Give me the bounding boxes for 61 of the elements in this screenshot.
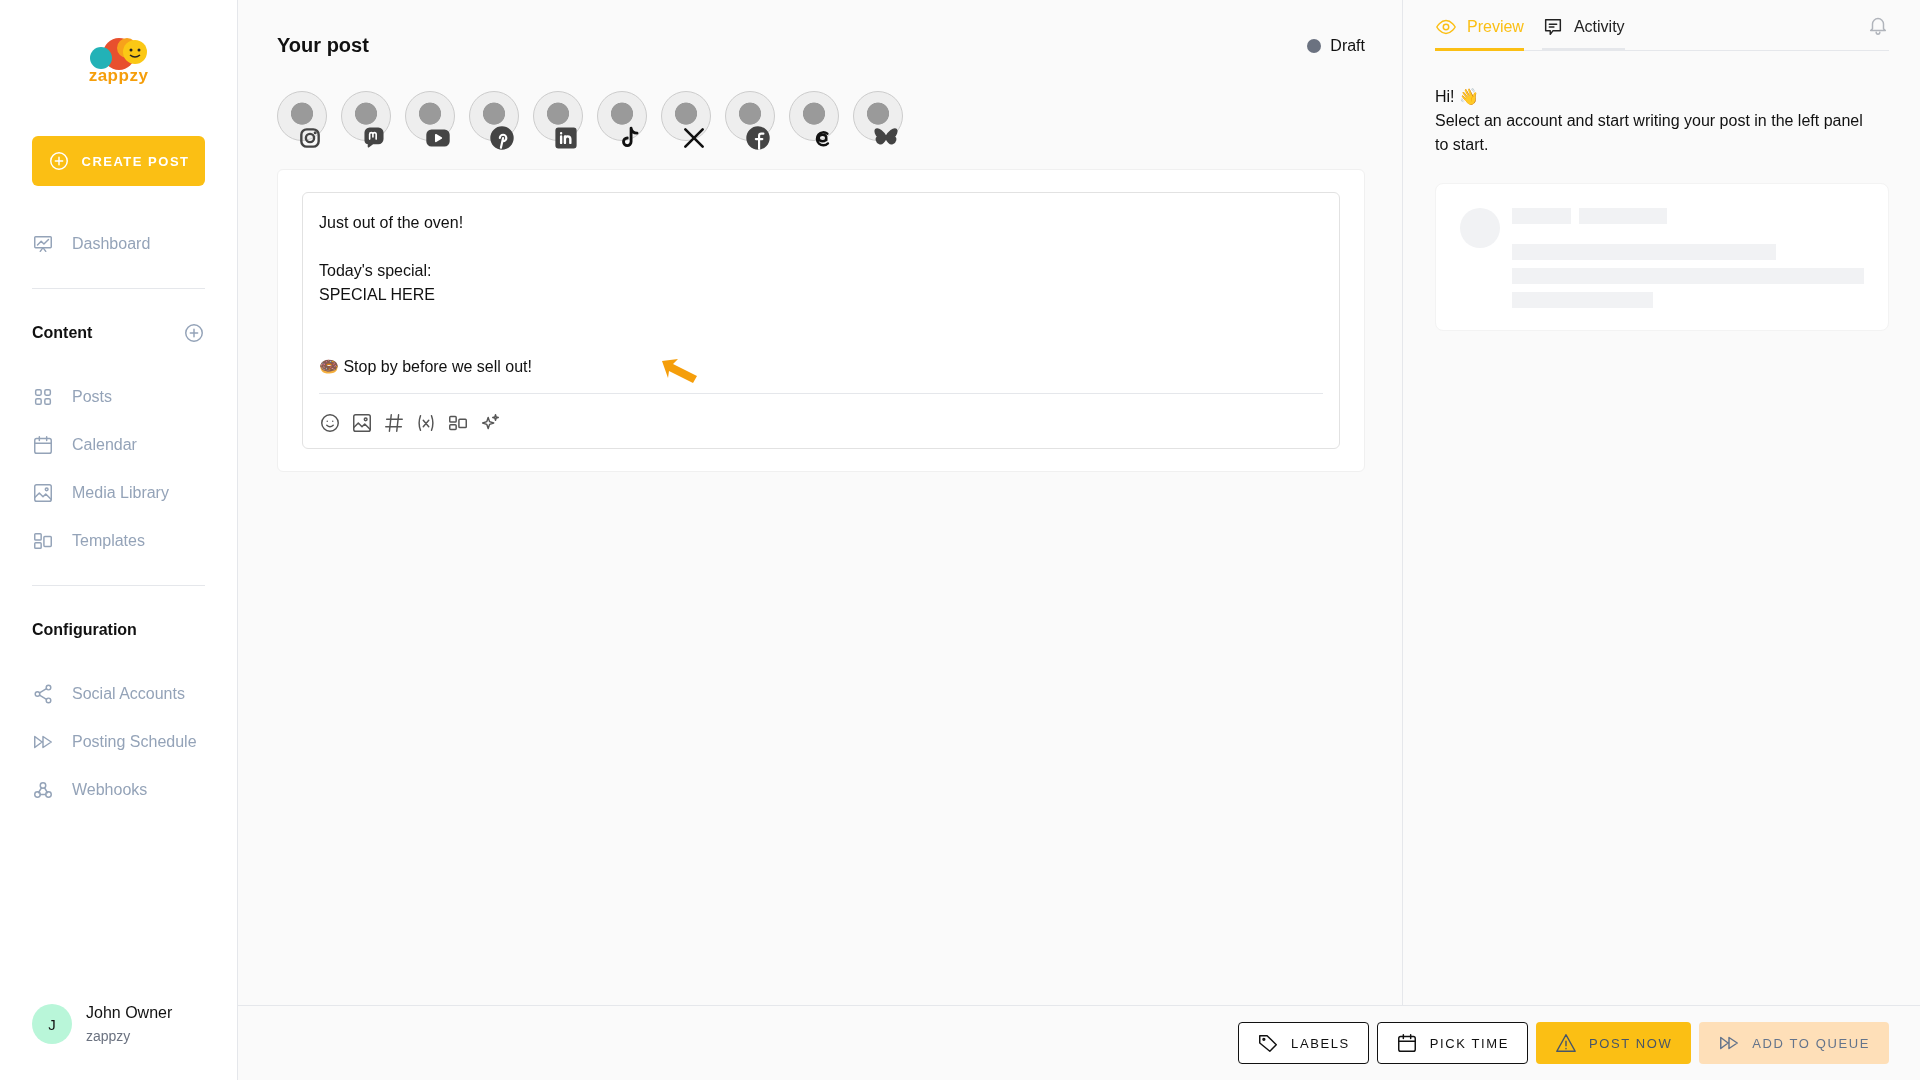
image-icon <box>351 412 373 434</box>
calendar-icon <box>1395 1032 1418 1054</box>
variable-button[interactable] <box>415 412 437 434</box>
status-dot <box>1307 38 1322 53</box>
smiley-icon <box>319 412 341 434</box>
action-button[interactable]: LABELS <box>1238 1022 1369 1064</box>
emoji-button[interactable] <box>319 412 341 434</box>
plus-circle-icon <box>183 322 205 344</box>
account-avatar[interactable] <box>597 91 647 141</box>
account-avatar[interactable] <box>789 91 839 141</box>
presentation-chart-icon <box>32 233 54 255</box>
section-title: Content <box>32 324 93 342</box>
image-icon <box>32 482 54 504</box>
image-button[interactable] <box>351 412 373 434</box>
user-name: John Owner <box>86 1004 173 1022</box>
sidebar-item[interactable]: Posting Schedule <box>32 718 205 766</box>
layout-icon <box>32 530 54 552</box>
variable-icon <box>415 412 437 434</box>
sidebar-item[interactable]: Calendar <box>32 421 205 469</box>
panel-tab[interactable]: Activity <box>1541 16 1625 51</box>
grid-icon <box>32 386 54 408</box>
plus-circle-icon <box>47 150 70 172</box>
create-post-button[interactable]: CREATE POST <box>32 136 205 186</box>
sidebar-item[interactable]: Media Library <box>32 469 205 517</box>
sidebar-item[interactable]: Posts <box>32 373 205 421</box>
sidebar-item[interactable]: Templates <box>32 517 205 565</box>
share-icon <box>32 683 54 705</box>
logo-text: zappzy <box>88 66 149 86</box>
sidebar-item[interactable]: Dashboard <box>32 220 205 268</box>
page-title: Your post <box>277 34 369 57</box>
section-title: Configuration <box>32 621 137 639</box>
sidebar-item[interactable]: Webhooks <box>32 766 205 814</box>
cross-icon <box>681 125 707 151</box>
account-avatar[interactable] <box>341 91 391 141</box>
hashtag-icon <box>383 412 405 434</box>
account-avatar[interactable] <box>277 91 327 141</box>
arrow-icon <box>660 357 700 385</box>
action-button[interactable]: POST NOW <box>1535 1022 1692 1064</box>
greeting-text: Hi! 👋 <box>1435 87 1480 107</box>
status-label: Draft <box>1330 36 1365 55</box>
user-avatar: J <box>32 1004 72 1044</box>
calendar-icon <box>32 434 54 456</box>
organization-name: zappzy <box>86 1028 132 1044</box>
account-avatar[interactable] <box>405 91 455 141</box>
tag-icon <box>1257 1032 1280 1054</box>
pin-icon <box>489 125 515 151</box>
webhook-icon <box>32 779 54 801</box>
action-button[interactable]: ADD TO QUEUE <box>1699 1022 1889 1064</box>
instruction-text: Select an account and start writing your post in the left panel to start. <box>1435 111 1864 155</box>
account-avatar[interactable] <box>661 91 711 141</box>
warning-icon <box>1554 1032 1577 1054</box>
camera-icon <box>297 125 323 151</box>
action-button[interactable]: PICK TIME <box>1376 1022 1528 1064</box>
account-avatar[interactable] <box>853 91 903 141</box>
square-logo-icon <box>553 125 579 151</box>
round-logo-icon <box>745 125 771 151</box>
hashtag-button[interactable] <box>383 412 405 434</box>
chat-bubble-icon <box>361 125 387 151</box>
post-editor-field[interactable]: Just out of the oven! Today's special: SPECIAL HERE 🍩 Stop by before we sell out! <box>302 192 1340 449</box>
sidebar-item[interactable]: Social Accounts <box>32 670 205 718</box>
panel-tab[interactable]: Preview <box>1435 16 1524 51</box>
